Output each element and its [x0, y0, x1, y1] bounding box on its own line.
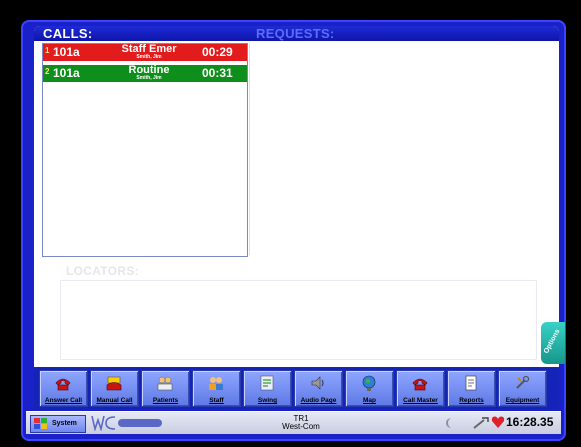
- call-staff: Smith, Jim: [136, 75, 162, 81]
- locators-list[interactable]: [60, 280, 537, 360]
- system-button[interactable]: System: [30, 415, 86, 433]
- heart-icon[interactable]: [491, 415, 505, 429]
- equipment-button[interactable]: Equipment: [498, 370, 547, 407]
- audio-page-button[interactable]: Audio Page: [294, 370, 343, 407]
- patients-button[interactable]: Patients: [141, 370, 190, 407]
- manual-call-label: Manual Call: [96, 397, 133, 404]
- call-master-label: Call Master: [403, 397, 438, 404]
- map-label: Map: [363, 397, 376, 404]
- report-icon: [465, 375, 477, 391]
- clock: 16:28.35: [506, 415, 554, 429]
- toolbar: Answer Call Manual Call Patients Staff S…: [34, 368, 559, 410]
- swing-icon: [260, 375, 274, 391]
- phone-yellow-icon: [106, 376, 122, 391]
- phone-red-icon: [55, 378, 71, 391]
- work-area: CALLS: REQUESTS: 1 101a Staff Emer Smith…: [34, 26, 559, 367]
- tools-icon[interactable]: [472, 416, 490, 430]
- swing-label: Swing: [257, 397, 278, 404]
- call-time: 00:31: [202, 66, 233, 80]
- staff-icon: [209, 377, 223, 390]
- call-room: 101a: [53, 66, 80, 80]
- system-icon: [34, 418, 47, 429]
- call-number: 1: [45, 46, 50, 55]
- swing-button[interactable]: Swing: [243, 370, 292, 407]
- audio-page-label: Audio Page: [300, 397, 337, 404]
- options-tab[interactable]: Options: [541, 322, 565, 364]
- locators-title: LOCATORS:: [66, 264, 139, 278]
- reports-button[interactable]: Reports: [447, 370, 496, 407]
- phone-icon: [412, 378, 428, 391]
- status-bar: System TR1 West-Com 16:28.35: [26, 411, 561, 434]
- equipment-label: Equipment: [505, 397, 540, 404]
- call-time: 00:29: [202, 45, 233, 59]
- system-label: System: [52, 420, 77, 427]
- call-row[interactable]: 1 101a Staff Emer Smith, Jim 00:29: [43, 43, 247, 61]
- calls-list[interactable]: 1 101a Staff Emer Smith, Jim 00:29 2 101…: [42, 43, 248, 257]
- answer-call-label: Answer Call: [44, 397, 83, 404]
- patients-label: Patients: [152, 397, 179, 404]
- reports-label: Reports: [459, 397, 484, 404]
- map-button[interactable]: Map: [345, 370, 394, 407]
- answer-call-button[interactable]: Answer Call: [39, 370, 88, 407]
- moon-icon[interactable]: [444, 417, 454, 429]
- requests-list[interactable]: [249, 43, 556, 255]
- speaker-icon: [311, 376, 324, 390]
- westcall-logo: [91, 415, 162, 431]
- manual-call-button[interactable]: Manual Call: [90, 370, 139, 407]
- equipment-icon: [516, 375, 530, 389]
- patients-icon: [157, 376, 173, 391]
- call-staff: Smith, Jim: [136, 54, 162, 60]
- staff-label: Staff: [209, 397, 224, 404]
- staff-button[interactable]: Staff: [192, 370, 241, 407]
- call-master-button[interactable]: Call Master: [396, 370, 445, 407]
- station-site: West-Com: [282, 422, 320, 431]
- call-row[interactable]: 2 101a Routine Smith, Jim 00:31: [43, 64, 247, 82]
- options-label: Options: [542, 328, 562, 355]
- globe-icon: [362, 375, 376, 391]
- requests-title: REQUESTS:: [256, 26, 335, 41]
- call-room: 101a: [53, 45, 80, 59]
- calls-title: CALLS:: [43, 26, 93, 41]
- call-number: 2: [45, 67, 50, 76]
